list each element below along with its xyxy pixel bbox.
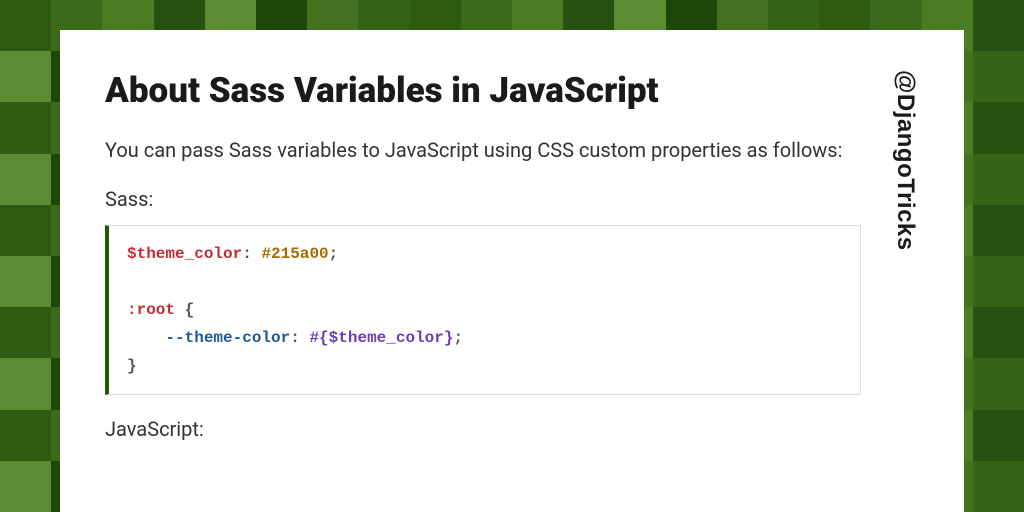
code-token-semicolon: ; — [329, 245, 339, 263]
code-token-indent — [127, 329, 165, 347]
article-card: About Sass Variables in JavaScript You c… — [60, 30, 964, 512]
code-token-interp-open: #{ — [309, 329, 328, 347]
article-title: About Sass Variables in JavaScript — [105, 70, 861, 111]
sass-label: Sass: — [105, 187, 861, 211]
code-token-variable: $theme_color — [127, 245, 242, 263]
code-token-interp-var: $theme_color — [329, 329, 444, 347]
article-content: About Sass Variables in JavaScript You c… — [105, 70, 861, 512]
code-token-property: --theme-color — [165, 329, 290, 347]
code-token-colon: : — [242, 245, 252, 263]
sass-code-block: $theme_color: #215a00; :root { --theme-c… — [105, 225, 861, 395]
code-token-selector: :root — [127, 301, 175, 319]
js-label: JavaScript: — [105, 417, 861, 441]
code-token-semicolon-2: ; — [453, 329, 463, 347]
code-token-colon-2: : — [290, 329, 300, 347]
author-handle: @DjangoTricks — [891, 70, 919, 512]
code-token-brace-close: } — [127, 357, 137, 375]
code-token-hex: #215a00 — [261, 245, 328, 263]
code-token-brace-open: { — [185, 301, 195, 319]
article-intro: You can pass Sass variables to JavaScrip… — [105, 135, 861, 165]
